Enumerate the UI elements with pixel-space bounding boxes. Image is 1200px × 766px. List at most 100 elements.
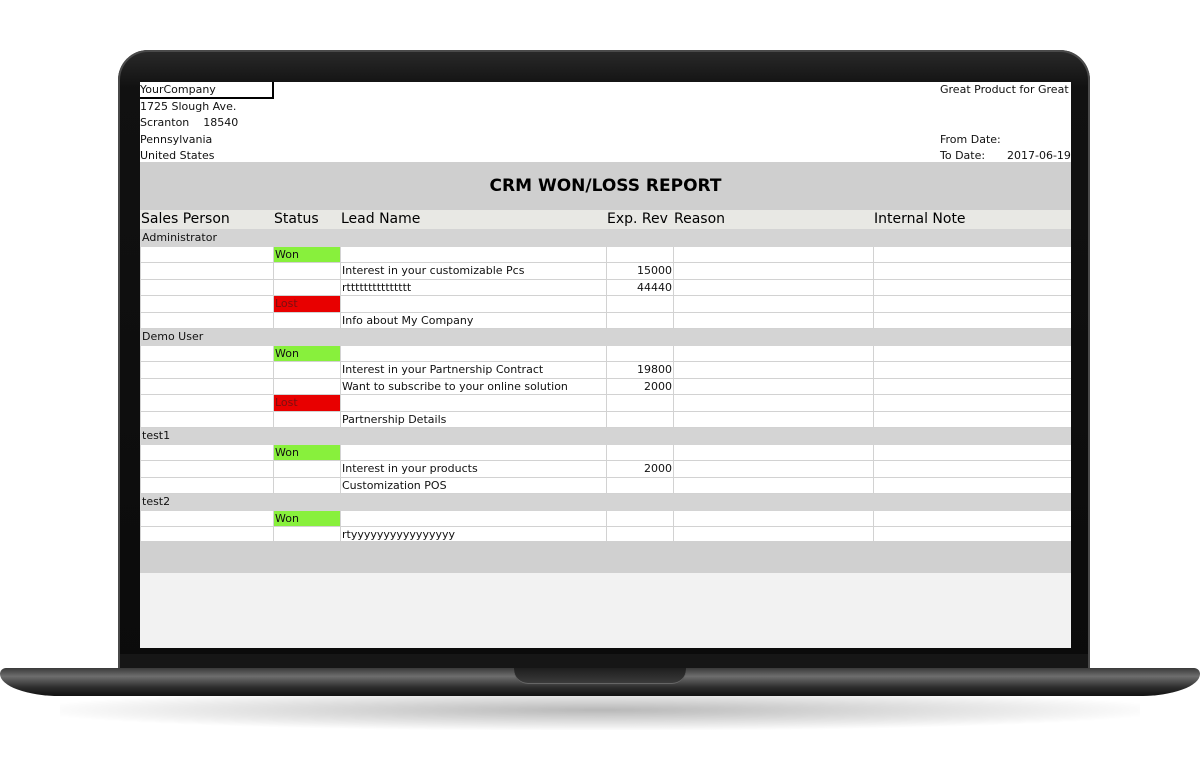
internal-note-cell[interactable] [873, 443, 1071, 461]
sales-person-cell[interactable] [140, 460, 274, 478]
status-row: Won [140, 443, 1071, 461]
lead-name-cell[interactable]: rttttttttttttttt [340, 278, 607, 296]
sales-person-cell[interactable] [140, 311, 274, 329]
reason-cell[interactable] [673, 460, 874, 478]
status-cell[interactable] [273, 311, 341, 329]
internal-note-cell[interactable] [873, 262, 1071, 280]
status-cell[interactable]: Won [273, 245, 341, 263]
lead-name-cell[interactable]: Interest in your products [340, 460, 607, 478]
reason-cell[interactable] [673, 278, 874, 296]
col-sales-person: Sales Person [141, 211, 230, 227]
reason-cell[interactable] [673, 394, 874, 412]
exp-rev-cell[interactable] [606, 410, 674, 428]
internal-note-cell[interactable] [873, 245, 1071, 263]
internal-note-cell[interactable] [873, 295, 1071, 313]
sales-person-cell[interactable] [140, 344, 274, 362]
internal-note-cell[interactable] [873, 278, 1071, 296]
exp-rev-cell[interactable] [606, 443, 674, 461]
sales-person-cell[interactable] [140, 476, 274, 494]
lead-name-cell[interactable]: Partnership Details [340, 410, 607, 428]
exp-rev-cell[interactable] [606, 394, 674, 412]
reason-cell[interactable] [673, 361, 874, 379]
sales-person-cell[interactable] [140, 443, 274, 461]
sales-person-name[interactable]: Administrator [140, 229, 1071, 247]
lead-name-cell[interactable] [340, 509, 607, 527]
internal-note-cell[interactable] [873, 509, 1071, 527]
lead-name-cell[interactable]: Customization POS [340, 476, 607, 494]
reason-cell[interactable] [673, 509, 874, 527]
reason-cell[interactable] [673, 377, 874, 395]
lead-row: Interest in your Partnership Contract 198… [140, 361, 1071, 379]
exp-rev-cell[interactable]: 19800 [606, 361, 674, 379]
exp-rev-cell[interactable] [606, 509, 674, 527]
lead-name-cell[interactable] [340, 295, 607, 313]
sales-person-cell[interactable] [140, 361, 274, 379]
status-cell[interactable] [273, 460, 341, 478]
exp-rev-cell[interactable] [606, 344, 674, 362]
internal-note-cell[interactable] [873, 344, 1071, 362]
status-cell[interactable] [273, 410, 341, 428]
internal-note-cell[interactable] [873, 410, 1071, 428]
sales-person-cell[interactable] [140, 262, 274, 280]
lead-row: Interest in your products 2000 [140, 460, 1071, 478]
exp-rev-cell[interactable]: 44440 [606, 278, 674, 296]
status-row: Lost [140, 394, 1071, 412]
lead-name-cell[interactable]: Interest in your Partnership Contract [340, 361, 607, 379]
status-cell[interactable]: Won [273, 443, 341, 461]
status-cell[interactable] [273, 361, 341, 379]
lead-name-cell[interactable]: Want to subscribe to your online solutio… [340, 377, 607, 395]
status-cell[interactable] [273, 377, 341, 395]
sales-person-cell[interactable] [140, 410, 274, 428]
status-cell[interactable] [273, 278, 341, 296]
status-cell[interactable] [273, 476, 341, 494]
internal-note-cell[interactable] [873, 476, 1071, 494]
lead-name-cell[interactable]: Info about My Company [340, 311, 607, 329]
sales-person-cell[interactable] [140, 394, 274, 412]
status-cell[interactable] [273, 262, 341, 280]
status-cell[interactable]: Won [273, 509, 341, 527]
sales-person-cell[interactable] [140, 377, 274, 395]
reason-cell[interactable] [673, 245, 874, 263]
sales-person-name[interactable]: Demo User [140, 328, 1071, 346]
reason-cell[interactable] [673, 295, 874, 313]
lead-name-cell[interactable] [340, 344, 607, 362]
reason-cell[interactable] [673, 476, 874, 494]
sales-person-cell[interactable] [140, 295, 274, 313]
address-city: Scranton 18540 [140, 116, 239, 129]
col-status: Status [274, 211, 319, 227]
company-name-cell[interactable]: YourCompany [140, 82, 274, 99]
exp-rev-cell[interactable] [606, 295, 674, 313]
reason-cell[interactable] [673, 443, 874, 461]
exp-rev-cell[interactable]: 2000 [606, 460, 674, 478]
exp-rev-cell[interactable]: 15000 [606, 262, 674, 280]
sales-person-name[interactable]: test2 [140, 493, 1071, 511]
sales-person-cell[interactable] [140, 278, 274, 296]
sales-person-name[interactable]: test1 [140, 427, 1071, 445]
exp-rev-cell[interactable]: 2000 [606, 377, 674, 395]
lead-row: Customization POS [140, 476, 1071, 494]
sales-person-cell[interactable] [140, 245, 274, 263]
internal-note-cell[interactable] [873, 460, 1071, 478]
sales-person-group-row: Demo User [140, 328, 1071, 346]
exp-rev-cell[interactable] [606, 245, 674, 263]
exp-rev-cell[interactable] [606, 311, 674, 329]
status-cell[interactable]: Lost [273, 295, 341, 313]
status-cell[interactable]: Won [273, 344, 341, 362]
reason-cell[interactable] [673, 262, 874, 280]
reason-cell[interactable] [673, 311, 874, 329]
reason-cell[interactable] [673, 344, 874, 362]
internal-note-cell[interactable] [873, 311, 1071, 329]
won-loss-table: Administrator Won Interest in your customi… [140, 229, 1071, 544]
sales-person-cell[interactable] [140, 509, 274, 527]
lead-name-cell[interactable] [340, 245, 607, 263]
internal-note-cell[interactable] [873, 394, 1071, 412]
lead-name-cell[interactable] [340, 443, 607, 461]
exp-rev-cell[interactable] [606, 476, 674, 494]
reason-cell[interactable] [673, 410, 874, 428]
internal-note-cell[interactable] [873, 361, 1071, 379]
internal-note-cell[interactable] [873, 377, 1071, 395]
status-cell[interactable]: Lost [273, 394, 341, 412]
lead-name-cell[interactable] [340, 394, 607, 412]
lead-name-cell[interactable]: Interest in your customizable Pcs [340, 262, 607, 280]
company-address: YourCompany 1725 Slough Ave. Scranton 18… [140, 82, 274, 165]
